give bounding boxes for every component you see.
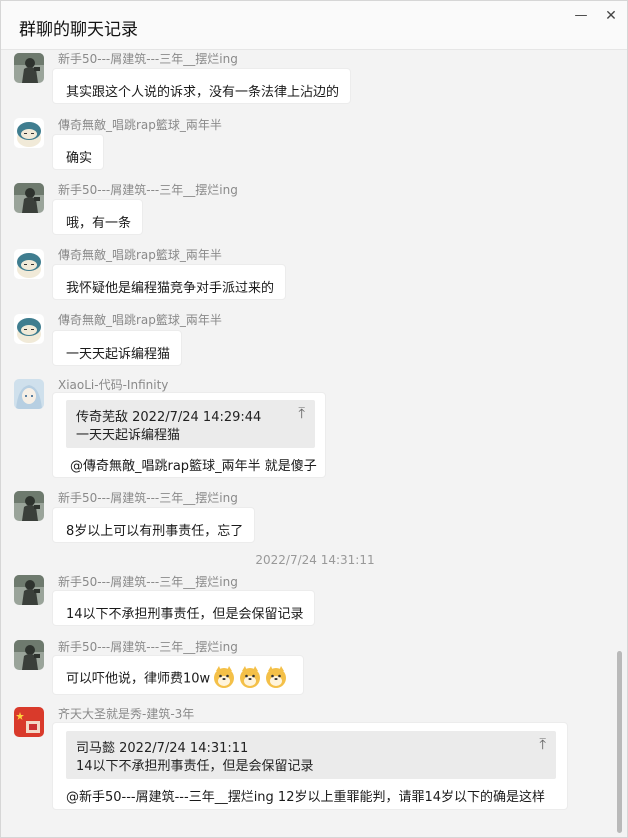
avatar-snorlax-icon[interactable]: [14, 249, 44, 279]
avatar-flag-icon[interactable]: [14, 707, 44, 737]
avatar-statue-icon[interactable]: [14, 491, 44, 521]
message-text: @新手50---屑建筑---三年__摆烂ing 12岁以上重罪能判，请罪14岁以…: [66, 790, 546, 805]
sender-name: 齐天大圣就是秀-建筑-3年: [58, 707, 195, 721]
message-text: 一天天起诉编程猫: [66, 347, 171, 362]
message-text: 8岁以上可以有刑事责任，忘了: [66, 524, 244, 539]
sender-name: 新手50---屑建筑---三年__摆烂ing: [58, 183, 238, 197]
sender-name: 傳奇無敵_唱跳rap籃球_兩年半: [58, 248, 222, 262]
message-text: 14以下不承担刑事责任，但是会保留记录: [66, 607, 304, 622]
message-bubble[interactable]: 我怀疑他是编程猫竞争对手派过来的: [52, 264, 286, 300]
minimize-icon[interactable]: —: [567, 5, 595, 27]
quote-header: 司马懿 2022/7/24 14:31:11: [76, 741, 249, 756]
message-content: 可以吓他说，律师费10w: [66, 665, 288, 689]
message-bubble[interactable]: 哦，有一条: [52, 199, 143, 235]
sender-name: 傳奇無敵_唱跳rap籃球_兩年半: [58, 313, 222, 327]
chat-history-window: 群聊的聊天记录 — ✕ 新手50---屑建筑---三年__摆烂ing 其实跟这个…: [0, 0, 628, 838]
sender-name: 新手50---屑建筑---三年__摆烂ing: [58, 491, 238, 505]
message-text: 我怀疑他是编程猫竞争对手派过来的: [66, 281, 275, 296]
avatar-statue-icon[interactable]: [14, 183, 44, 213]
quote-text: 一天天起诉编程猫: [76, 428, 181, 443]
message-text: 其实跟这个人说的诉求，没有一条法律上沾边的: [66, 85, 340, 100]
message-bubble[interactable]: 可以吓他说，律师费10w: [52, 655, 304, 695]
sender-name: 新手50---屑建筑---三年__摆烂ing: [58, 52, 238, 66]
message-text: @傳奇無敵_唱跳rap籃球_兩年半 就是傻子: [70, 459, 317, 474]
message-bubble[interactable]: 一天天起诉编程猫: [52, 330, 182, 366]
close-icon[interactable]: ✕: [597, 5, 625, 27]
message-bubble[interactable]: 其实跟这个人说的诉求，没有一条法律上沾边的: [52, 68, 351, 104]
message-bubble[interactable]: 14以下不承担刑事责任，但是会保留记录: [52, 590, 315, 626]
quote-text: 14以下不承担刑事责任，但是会保留记录: [76, 759, 314, 774]
jump-to-top-icon[interactable]: ⤒: [539, 735, 546, 753]
message-text: 哦，有一条: [66, 216, 132, 231]
timestamp-divider: 2022/7/24 14:31:11: [255, 553, 375, 567]
title-bar: 群聊的聊天记录 — ✕: [1, 1, 627, 50]
avatar-snorlax-icon[interactable]: [14, 118, 44, 148]
sender-name: 傳奇無敵_唱跳rap籃球_兩年半: [58, 118, 222, 132]
avatar-statue-icon[interactable]: [14, 53, 44, 83]
message-bubble[interactable]: 传奇芜敌 2022/7/24 14:29:44 一天天起诉编程猫 ⤒ @傳奇無敵…: [52, 392, 326, 478]
message-text: 可以吓他说，律师费10w: [66, 671, 211, 687]
doge-emoji: [266, 666, 287, 688]
sender-name: XiaoLi-代码-Infinity: [58, 378, 169, 392]
message-bubble[interactable]: 8岁以上可以有刑事责任，忘了: [52, 507, 255, 543]
avatar-snorlax-icon[interactable]: [14, 314, 44, 344]
window-title: 群聊的聊天记录: [19, 20, 138, 40]
message-text: 确实: [66, 151, 93, 166]
avatar-statue-icon[interactable]: [14, 640, 44, 670]
avatar-anime-icon[interactable]: [14, 379, 44, 409]
message-bubble[interactable]: 确实: [52, 134, 104, 170]
scrollbar[interactable]: [617, 651, 622, 833]
quoted-message[interactable]: 司马懿 2022/7/24 14:31:11 14以下不承担刑事责任，但是会保留…: [66, 731, 556, 779]
sender-name: 新手50---屑建筑---三年__摆烂ing: [58, 575, 238, 589]
sender-name: 新手50---屑建筑---三年__摆烂ing: [58, 640, 238, 654]
doge-emoji: [240, 666, 261, 688]
quoted-message[interactable]: 传奇芜敌 2022/7/24 14:29:44 一天天起诉编程猫 ⤒: [66, 400, 315, 448]
avatar-statue-icon[interactable]: [14, 575, 44, 605]
message-bubble[interactable]: 司马懿 2022/7/24 14:31:11 14以下不承担刑事责任，但是会保留…: [52, 722, 568, 810]
jump-to-top-icon[interactable]: ⤒: [298, 404, 305, 422]
doge-emoji: [214, 666, 235, 688]
quote-header: 传奇芜敌 2022/7/24 14:29:44: [76, 410, 262, 425]
